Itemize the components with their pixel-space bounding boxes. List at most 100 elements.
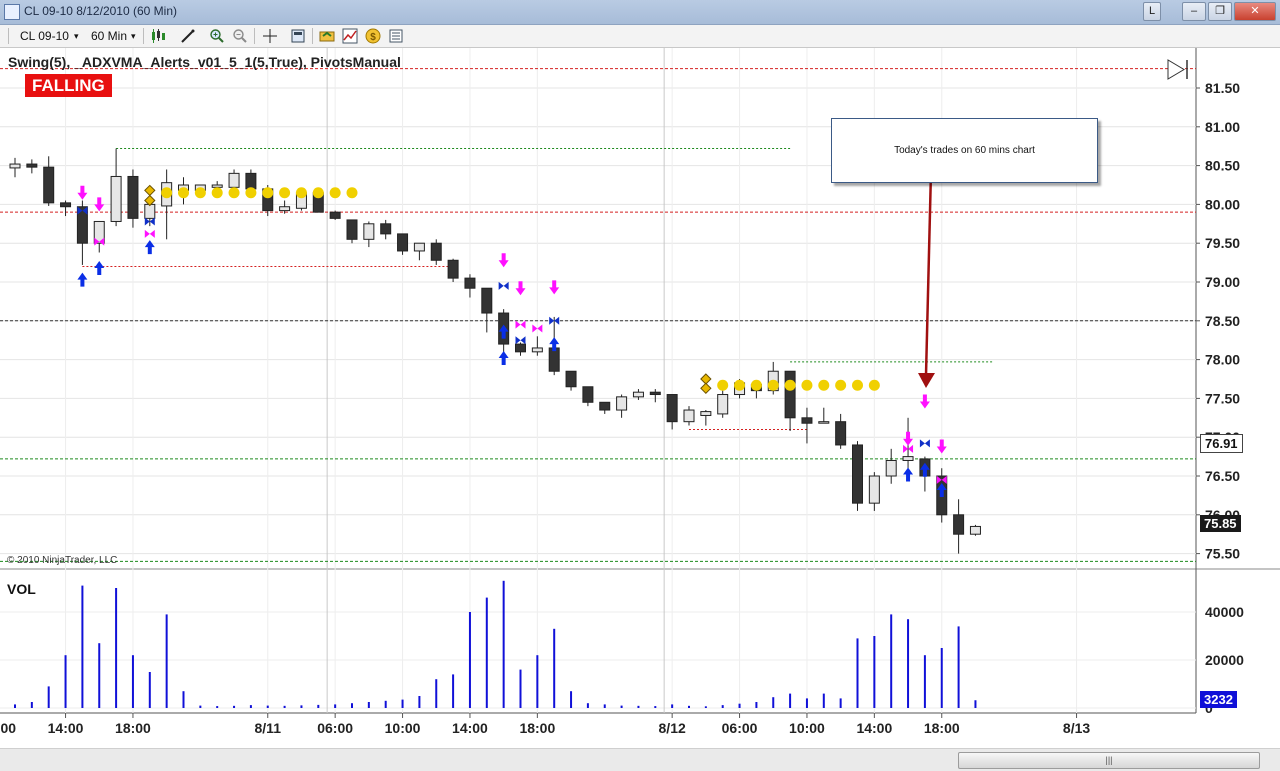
volume-bar <box>384 700 387 708</box>
toolbar-separator <box>254 28 255 44</box>
volume-bar <box>131 655 134 708</box>
volume-bar <box>789 693 792 708</box>
link-badge[interactable]: L <box>1143 2 1161 21</box>
buy-arrow-icon <box>498 351 509 366</box>
candle-body <box>700 411 712 416</box>
x-tick-label: 14:00 <box>452 720 488 736</box>
y-tick-label: 77.50 <box>1205 390 1240 406</box>
volume-bar <box>856 638 859 708</box>
volume-bar <box>839 698 842 708</box>
x-tick-label: 14:00 <box>48 720 84 736</box>
scrollbar-thumb[interactable]: ||| <box>958 752 1260 769</box>
candle-body <box>464 277 476 289</box>
copyright-text: © 2010 NinjaTrader, LLC <box>7 555 118 566</box>
volume-bar <box>822 693 825 708</box>
candle-body <box>784 370 796 419</box>
volume-bar <box>940 648 943 708</box>
trend-dot <box>818 379 830 391</box>
y-tick-label: 78.00 <box>1205 352 1240 368</box>
candle-body <box>26 163 38 168</box>
candle-body <box>515 343 526 353</box>
entry-marker-icon <box>919 439 930 448</box>
indicators-icon[interactable] <box>342 28 358 44</box>
volume-bar <box>570 691 573 708</box>
volume-bar <box>721 705 724 708</box>
order-entry-icon[interactable] <box>319 28 335 44</box>
volume-bar <box>738 703 741 708</box>
volume-bar <box>974 700 977 708</box>
last-price-tag: 75.85 <box>1200 515 1241 532</box>
horizontal-scrollbar[interactable]: ||| <box>0 748 1280 771</box>
chevron-down-icon[interactable]: ▾ <box>131 28 136 44</box>
period-selector[interactable]: 60 Min <box>91 28 127 44</box>
minimize-button[interactable]: – <box>1182 2 1206 21</box>
toolbar-separator <box>312 28 313 44</box>
candle-body <box>548 347 560 372</box>
drawing-tool-icon[interactable] <box>180 28 196 44</box>
annotation-callout[interactable]: Today's trades on 60 mins chart <box>831 118 1098 183</box>
strategy-icon[interactable]: $ <box>365 28 381 44</box>
trend-dot <box>279 187 291 199</box>
x-tick-label: 18:00 <box>924 720 960 736</box>
candle-body <box>397 233 409 252</box>
chart-toolbar: CL 09-10 ▾ 60 Min ▾ $ <box>0 25 1280 48</box>
volume-bar <box>283 705 286 708</box>
trend-dot <box>868 379 880 391</box>
y-tick-label: 78.50 <box>1205 313 1240 329</box>
zoom-out-icon[interactable] <box>232 28 248 44</box>
instrument-selector[interactable]: CL 09-10 <box>20 28 69 44</box>
trend-dot <box>295 187 307 199</box>
properties-icon[interactable] <box>388 28 404 44</box>
signal-diamond <box>700 373 712 385</box>
volume-bar <box>233 705 236 708</box>
volume-bar <box>536 655 539 708</box>
candle-body <box>885 459 897 477</box>
candle-body <box>683 409 695 423</box>
sell-arrow-icon <box>919 394 930 409</box>
volume-bar <box>688 705 690 708</box>
candle-body <box>818 421 830 424</box>
x-tick-label: 8/11 <box>255 720 282 736</box>
data-box-icon[interactable] <box>290 28 306 44</box>
zoom-in-icon[interactable] <box>209 28 225 44</box>
candle-body <box>211 184 223 188</box>
candle-body <box>430 242 442 261</box>
volume-bar <box>485 597 488 708</box>
sell-arrow-icon <box>498 253 509 268</box>
candle-body <box>110 175 122 222</box>
y-tick-label: 79.00 <box>1205 274 1240 290</box>
candle-body <box>835 421 847 446</box>
volume-tick-label: 40000 <box>1205 604 1244 620</box>
volume-bar <box>519 669 522 708</box>
x-tick-label: 18:00 <box>519 720 555 736</box>
chevron-down-icon[interactable]: ▾ <box>74 28 79 44</box>
candle-body <box>144 203 156 219</box>
x-tick-label: 10:00 <box>385 720 421 736</box>
volume-bar <box>890 614 893 708</box>
volume-bar <box>586 703 589 708</box>
candle-body <box>447 259 459 279</box>
volume-bar <box>671 704 674 708</box>
volume-bar <box>401 699 404 708</box>
volume-bar <box>452 674 455 708</box>
candle-body <box>902 456 914 461</box>
volume-bar <box>418 696 421 708</box>
volume-bar <box>367 702 370 708</box>
volume-bar <box>654 706 657 708</box>
volume-bar <box>957 626 960 708</box>
volume-bar <box>317 704 320 708</box>
volume-bar <box>553 628 556 708</box>
trend-dot <box>717 379 729 391</box>
restore-button[interactable]: ❐ <box>1208 2 1232 21</box>
crosshair-icon[interactable] <box>262 28 278 44</box>
candlestick-style-icon[interactable] <box>150 28 166 44</box>
candle-body <box>599 401 611 411</box>
volume-tag: 3232 <box>1200 691 1237 708</box>
close-button[interactable]: ✕ <box>1234 2 1276 21</box>
sell-arrow-icon <box>549 280 560 295</box>
toolbar-separator <box>143 28 144 44</box>
trend-dot <box>245 187 257 199</box>
candle-body <box>801 417 813 424</box>
volume-bar <box>637 705 640 708</box>
volume-bar <box>216 706 219 708</box>
